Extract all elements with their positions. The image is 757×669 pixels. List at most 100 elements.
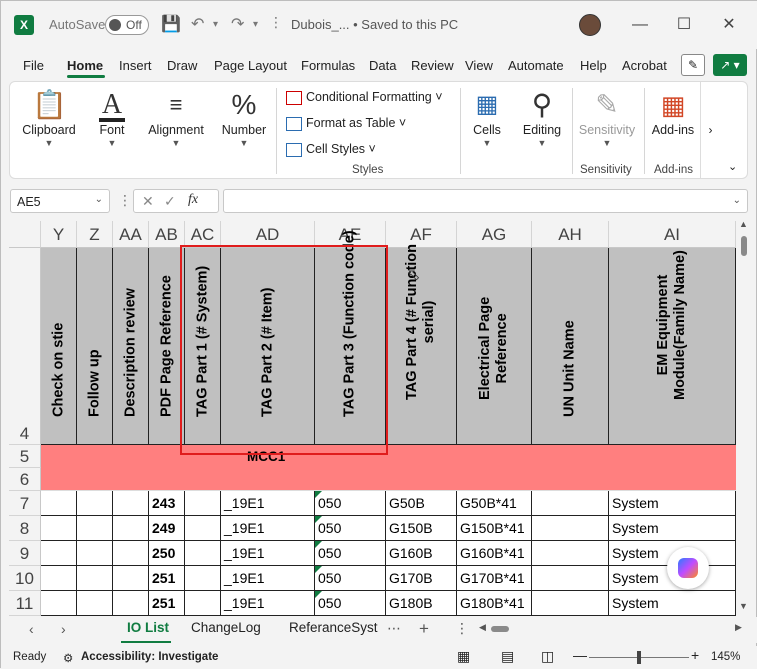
table-cell[interactable]: 243 (149, 491, 185, 516)
table-cell[interactable] (532, 591, 609, 616)
enter-icon[interactable]: ✓ (164, 193, 176, 210)
tab-home[interactable]: Home (67, 58, 103, 73)
header-cell[interactable]: EM Equipment Module(Family Name) (609, 248, 736, 445)
table-cell[interactable] (77, 566, 113, 591)
tab-automate[interactable]: Automate (508, 58, 564, 73)
table-cell[interactable] (41, 491, 77, 516)
cell-styles-button[interactable]: Cell Styles ˅ (286, 142, 376, 157)
table-cell[interactable]: G170B*41 (457, 566, 532, 591)
tab-draw[interactable]: Draw (167, 58, 197, 73)
table-cell[interactable]: G150B*41 (457, 516, 532, 541)
table-cell[interactable]: _19E1 (221, 491, 315, 516)
table-cell[interactable]: 050 (315, 566, 386, 591)
row-header[interactable]: 4 (9, 248, 41, 445)
redo-dropdown-icon[interactable]: ▾ (253, 19, 258, 30)
redo-icon[interactable]: ↷ (231, 14, 244, 34)
tab-page-layout[interactable]: Page Layout (214, 58, 287, 73)
tab-formulas[interactable]: Formulas (301, 58, 355, 73)
sheet-tab-io-list[interactable]: IO List (127, 620, 169, 635)
next-sheet-icon[interactable]: › (61, 621, 66, 637)
table-cell[interactable]: 251 (149, 591, 185, 616)
table-cell[interactable] (113, 566, 149, 591)
table-cell[interactable] (113, 541, 149, 566)
table-cell[interactable]: 050 (315, 491, 386, 516)
table-cell[interactable]: 050 (315, 591, 386, 616)
column-header[interactable]: Y (41, 221, 77, 248)
zoom-level[interactable]: 145% (711, 651, 740, 663)
maximize-icon[interactable]: ☐ (663, 9, 705, 41)
row-header[interactable]: 7 (9, 491, 41, 516)
table-cell[interactable]: 251 (149, 566, 185, 591)
table-cell[interactable]: _19E1 (221, 541, 315, 566)
header-cell[interactable]: Description review (113, 248, 149, 445)
spreadsheet-grid[interactable]: Y Z AA AB AC AD AE AF AG AH AI 4 5 6 7 8… (9, 221, 736, 616)
scroll-thumb[interactable] (741, 236, 747, 256)
table-cell[interactable] (41, 591, 77, 616)
insert-function-button[interactable]: fx (188, 192, 198, 208)
add-sheet-icon[interactable]: + (419, 619, 429, 639)
row-header[interactable]: 10 (9, 566, 41, 591)
table-cell[interactable] (41, 566, 77, 591)
undo-icon[interactable]: ↶ (191, 14, 204, 34)
share-button[interactable]: ↗ ▾ (713, 54, 747, 76)
undo-dropdown-icon[interactable]: ▾ (213, 19, 218, 30)
header-cell[interactable]: TAG Part 4 (# Function serial) (386, 244, 457, 445)
cancel-icon[interactable]: ✕ (142, 193, 154, 210)
cells-button[interactable]: ▦ Cells ▼ (462, 82, 512, 180)
table-cell[interactable]: 250 (149, 541, 185, 566)
table-cell[interactable]: 249 (149, 516, 185, 541)
column-header[interactable]: Z (77, 221, 113, 248)
table-cell[interactable] (77, 491, 113, 516)
column-header[interactable]: AC (185, 221, 221, 248)
table-cell[interactable] (185, 566, 221, 591)
table-cell[interactable] (185, 491, 221, 516)
select-all-corner[interactable] (9, 221, 41, 248)
tab-file[interactable]: File (23, 58, 44, 73)
table-cell[interactable] (77, 591, 113, 616)
sheet-tab-changelog[interactable]: ChangeLog (191, 620, 261, 635)
column-header[interactable]: AD (221, 221, 315, 248)
table-cell[interactable]: G180B (386, 591, 457, 616)
column-header[interactable]: AA (113, 221, 149, 248)
more-icon[interactable]: ⋮ (118, 192, 132, 209)
row-header[interactable]: 8 (9, 516, 41, 541)
table-cell[interactable] (185, 591, 221, 616)
close-icon[interactable]: ✕ (708, 9, 750, 41)
tab-data[interactable]: Data (369, 58, 396, 73)
table-cell[interactable]: G170B (386, 566, 457, 591)
column-header[interactable]: AG (457, 221, 532, 248)
table-cell[interactable] (41, 541, 77, 566)
document-title[interactable]: Dubois_... • Saved to this PC (291, 17, 458, 32)
ribbon-scroll-right-icon[interactable]: › (700, 82, 720, 178)
prev-sheet-icon[interactable]: ‹ (29, 621, 34, 637)
page-layout-view-icon[interactable]: ▤ (501, 648, 514, 665)
copilot-button[interactable] (667, 547, 709, 589)
table-cell[interactable] (532, 516, 609, 541)
more-icon[interactable]: ⋮ (455, 620, 469, 637)
table-cell[interactable]: 050 (315, 541, 386, 566)
row-header[interactable]: 11 (9, 591, 41, 616)
page-break-view-icon[interactable]: ◫ (541, 648, 554, 665)
table-cell[interactable] (77, 541, 113, 566)
zoom-out-icon[interactable]: — (573, 647, 587, 663)
tab-acrobat[interactable]: Acrobat (622, 58, 667, 73)
table-cell[interactable]: G50B*41 (457, 491, 532, 516)
column-header[interactable]: AH (532, 221, 609, 248)
tab-help[interactable]: Help (580, 58, 607, 73)
font-button[interactable]: A Font ▼ (86, 82, 138, 180)
table-cell[interactable]: System (609, 491, 736, 516)
column-header[interactable]: AI (609, 221, 736, 248)
table-cell[interactable] (532, 566, 609, 591)
table-cell[interactable] (41, 516, 77, 541)
name-box[interactable]: AE5 ⌄ (10, 189, 110, 213)
table-cell[interactable] (77, 516, 113, 541)
tab-review[interactable]: Review (411, 58, 454, 73)
table-cell[interactable]: System (609, 591, 736, 616)
header-cell[interactable]: Follow up (77, 248, 113, 445)
table-cell[interactable] (113, 591, 149, 616)
table-cell[interactable]: G160B*41 (457, 541, 532, 566)
header-cell[interactable]: Check on stie (41, 248, 77, 445)
table-cell[interactable]: System (609, 516, 736, 541)
row-header[interactable]: 6 (9, 468, 41, 491)
sheet-tab-referance-syst[interactable]: ReferanceSyst (289, 620, 379, 635)
